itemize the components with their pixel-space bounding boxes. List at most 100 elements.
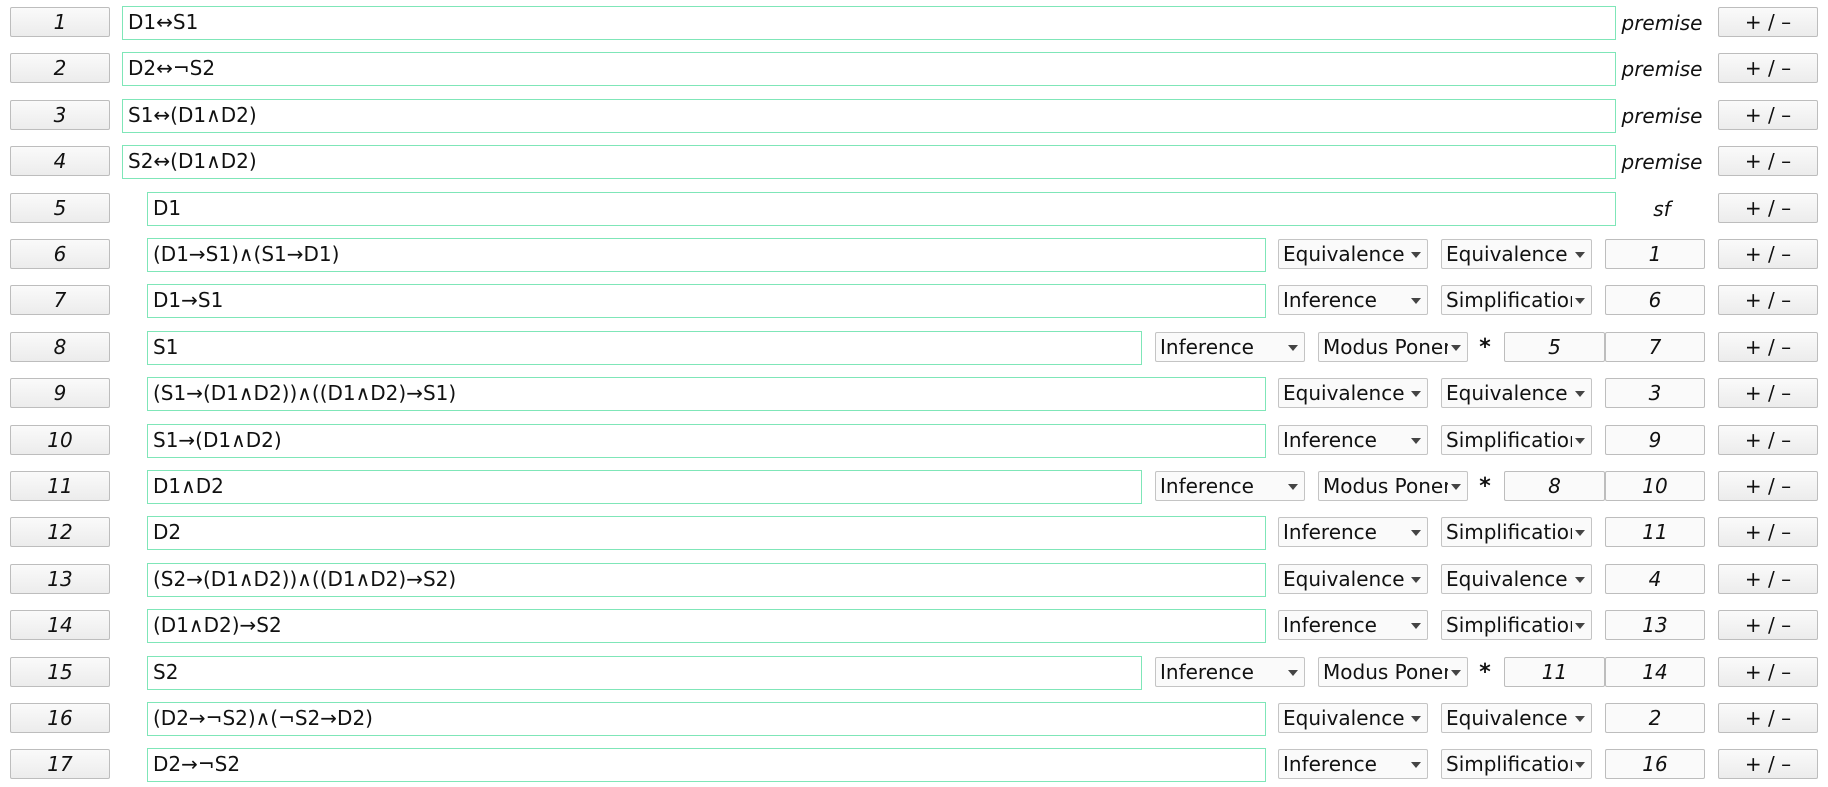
line-number-button[interactable]: 10 (10, 424, 110, 455)
rule-type-select[interactable]: Inference (1278, 749, 1428, 780)
citation-field[interactable]: 13 (1605, 610, 1705, 641)
line-number-button[interactable]: 11 (10, 471, 110, 501)
formula-input[interactable]: D2 (147, 516, 1266, 551)
rule-type-select[interactable]: Inference (1278, 517, 1428, 548)
rule-type-select[interactable]: Equivalence (1278, 703, 1428, 733)
citation-field[interactable]: 11 (1605, 517, 1705, 548)
line-number-button[interactable]: 16 (10, 703, 110, 733)
line-number-button[interactable]: 15 (10, 656, 110, 687)
rule-type-select[interactable]: Inference (1278, 424, 1428, 455)
rule-type-select[interactable]: Inference (1155, 656, 1305, 687)
proof-line: 1 D1↔S1 premise + / – (0, 4, 1828, 40)
line-number-button[interactable]: 12 (10, 517, 110, 548)
add-remove-button[interactable]: + / – (1718, 703, 1818, 733)
add-remove-button[interactable]: + / – (1718, 53, 1818, 84)
add-remove-button[interactable]: + / – (1718, 239, 1818, 269)
citation-field[interactable]: 1 (1605, 239, 1705, 269)
rule-select[interactable]: Equivalence (1441, 239, 1592, 269)
formula-input[interactable]: D1→S1 (147, 284, 1266, 319)
line-number-button[interactable]: 9 (10, 378, 110, 409)
rule-select[interactable]: Simplification (1441, 517, 1592, 548)
add-remove-button[interactable]: + / – (1718, 7, 1818, 37)
add-remove-button[interactable]: + / – (1718, 749, 1818, 780)
justification-label: premise (1621, 103, 1703, 128)
chevron-down-icon (1575, 252, 1585, 258)
citation-field[interactable]: 3 (1605, 378, 1705, 409)
formula-input[interactable]: D2↔¬S2 (122, 52, 1616, 87)
add-remove-button[interactable]: + / – (1718, 285, 1818, 316)
line-number-button[interactable]: 5 (10, 192, 110, 223)
rule-type-select[interactable]: Equivalence (1278, 378, 1428, 409)
formula-input[interactable]: S2 (147, 655, 1142, 690)
citation-field[interactable]: 6 (1605, 285, 1705, 316)
citation-field[interactable]: 8 (1504, 471, 1605, 501)
formula-input[interactable]: S2↔(D1∧D2) (122, 145, 1616, 180)
rule-select[interactable]: Simplification (1441, 424, 1592, 455)
formula-input[interactable]: D1↔S1 (122, 6, 1616, 40)
rule-select[interactable]: Modus Ponens (1318, 331, 1468, 362)
formula-input[interactable]: (S1→(D1∧D2))∧((D1∧D2)→S1) (147, 377, 1266, 412)
rule-select[interactable]: Equivalence (1441, 563, 1592, 594)
formula-input[interactable]: D1 (147, 191, 1616, 226)
line-number-button[interactable]: 4 (10, 146, 110, 177)
formula-input[interactable]: (D1→S1)∧(S1→D1) (147, 238, 1266, 272)
formula-input[interactable]: S1→(D1∧D2) (147, 423, 1266, 458)
add-remove-button[interactable]: + / – (1718, 192, 1818, 223)
rule-type-select[interactable]: Inference (1278, 610, 1428, 641)
line-number-button[interactable]: 17 (10, 749, 110, 780)
formula-input[interactable]: (D2→¬S2)∧(¬S2→D2) (147, 702, 1266, 736)
line-number-button[interactable]: 3 (10, 99, 110, 130)
citation-field[interactable]: 16 (1605, 749, 1705, 780)
citation-field[interactable]: 10 (1605, 471, 1705, 501)
proof-line: 17 D2→¬S2 Inference Simplification 16 + / – (0, 746, 1828, 783)
rule-select[interactable]: Simplification (1441, 749, 1592, 780)
proof-line: 16 (D2→¬S2)∧(¬S2→D2) Equivalence Equivalenc… (0, 700, 1828, 736)
line-number-button[interactable]: 2 (10, 53, 110, 84)
rule-type-select[interactable]: Equivalence (1278, 239, 1428, 269)
add-remove-button[interactable]: + / – (1718, 146, 1818, 177)
formula-input[interactable]: D1∧D2 (147, 470, 1142, 504)
citation-field[interactable]: 14 (1605, 656, 1705, 687)
rule-select[interactable]: Simplification (1441, 610, 1592, 641)
line-number-button[interactable]: 1 (10, 7, 110, 37)
rule-type-select[interactable]: Inference (1155, 471, 1305, 501)
citation-field[interactable]: 9 (1605, 424, 1705, 455)
rule-select[interactable]: Equivalence (1441, 703, 1592, 733)
rule-select[interactable]: Simplification (1441, 285, 1592, 316)
rule-select[interactable]: Modus Ponens (1318, 471, 1468, 501)
line-number-button[interactable]: 8 (10, 331, 110, 362)
line-number-button[interactable]: 6 (10, 239, 110, 269)
rule-type-select[interactable]: Inference (1278, 285, 1428, 316)
line-number-button[interactable]: 7 (10, 285, 110, 316)
justification-label: sf (1653, 196, 1671, 221)
rule-type-select[interactable]: Inference (1155, 331, 1305, 362)
formula-input[interactable]: (D1∧D2)→S2 (147, 609, 1266, 644)
line-number-button[interactable]: 14 (10, 610, 110, 641)
add-remove-button[interactable]: + / – (1718, 656, 1818, 687)
citation-field[interactable]: 4 (1605, 563, 1705, 594)
formula-input[interactable]: D2→¬S2 (147, 748, 1266, 783)
rule-type-select[interactable]: Equivalence (1278, 563, 1428, 594)
proof-line: 3 S1↔(D1∧D2) premise + / – (0, 97, 1828, 133)
citation-field[interactable]: 7 (1605, 331, 1705, 362)
add-remove-button[interactable]: + / – (1718, 99, 1818, 130)
citation-field[interactable]: 2 (1605, 703, 1705, 733)
proof-line: 4 S2↔(D1∧D2) premise + / – (0, 143, 1828, 180)
add-remove-button[interactable]: + / – (1718, 424, 1818, 455)
citation-field[interactable]: 5 (1504, 331, 1605, 362)
add-remove-button[interactable]: + / – (1718, 378, 1818, 409)
formula-input[interactable]: (S2→(D1∧D2))∧((D1∧D2)→S2) (147, 562, 1266, 597)
add-remove-button[interactable]: + / – (1718, 517, 1818, 548)
formula-input[interactable]: S1↔(D1∧D2) (122, 98, 1616, 133)
chevron-down-icon (1411, 391, 1421, 398)
add-remove-button[interactable]: + / – (1718, 563, 1818, 594)
rule-select[interactable]: Modus Ponens (1318, 656, 1468, 687)
rule-select[interactable]: Equivalence (1441, 378, 1592, 409)
add-remove-button[interactable]: + / – (1718, 610, 1818, 641)
add-remove-button[interactable]: + / – (1718, 331, 1818, 362)
citation-field[interactable]: 11 (1504, 656, 1605, 687)
line-number-button[interactable]: 13 (10, 563, 110, 594)
chevron-down-icon (1575, 762, 1585, 769)
add-remove-button[interactable]: + / – (1718, 471, 1818, 501)
formula-input[interactable]: S1 (147, 330, 1142, 365)
